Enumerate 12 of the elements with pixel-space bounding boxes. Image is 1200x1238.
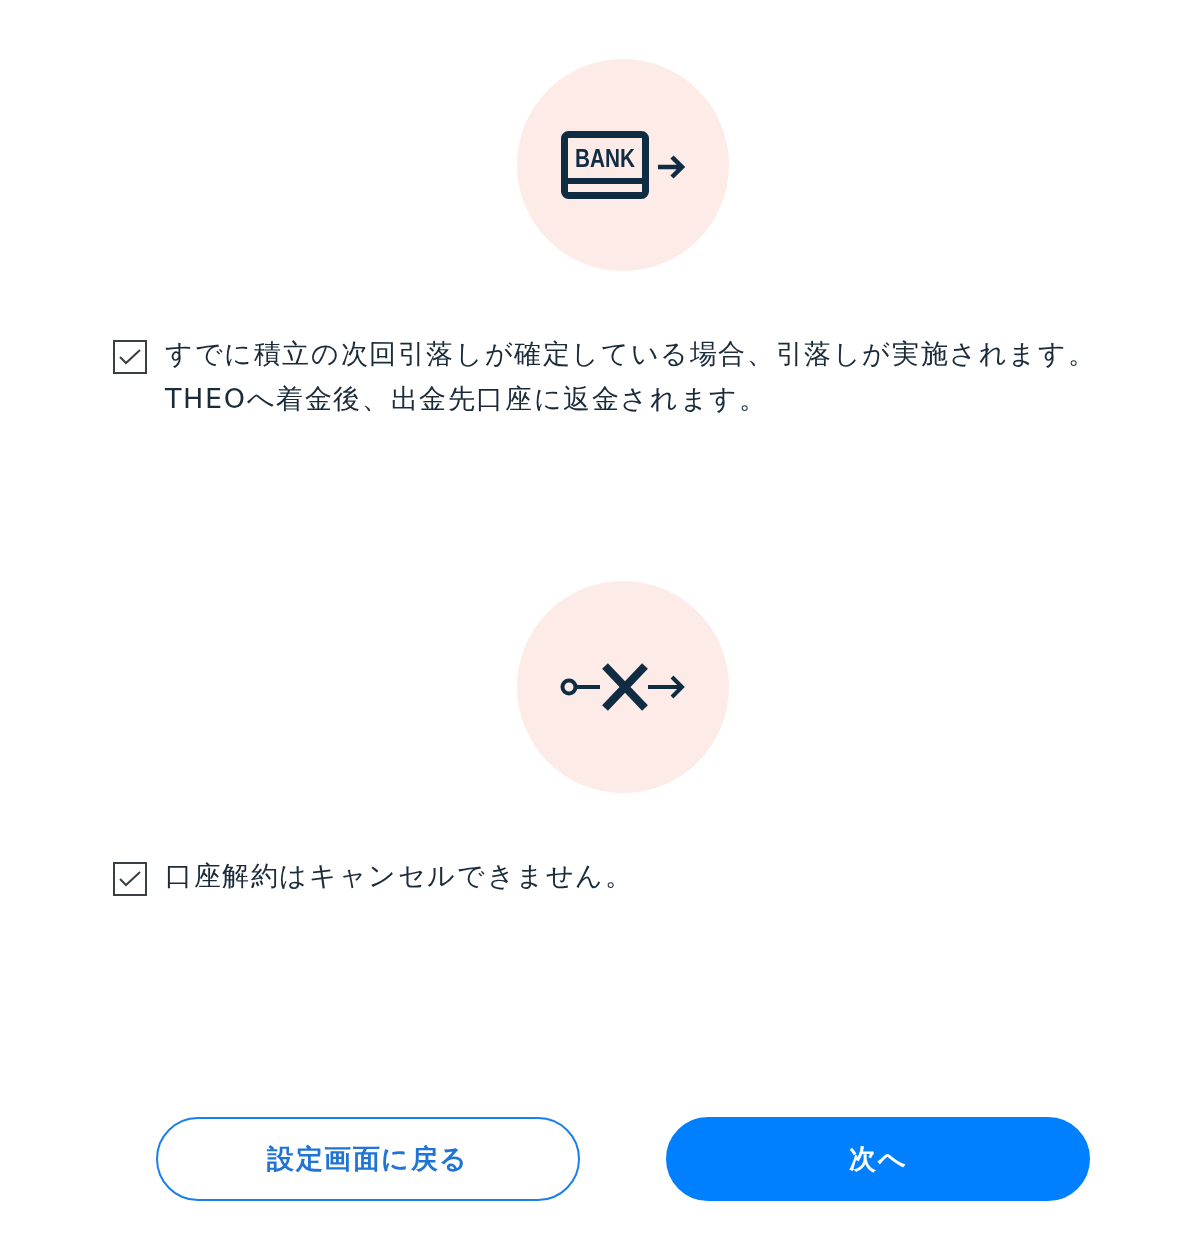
notice-text: すでに積立の次回引落しが確定している場合、引落しが実施されます。 THEOへ着金後、出金先口座に返金されます。 [165, 337, 1097, 416]
checkbox[interactable] [113, 340, 147, 374]
next-button[interactable]: 次へ [666, 1117, 1090, 1201]
checkbox[interactable] [113, 862, 147, 896]
back-button[interactable]: 設定画面に戻る [156, 1117, 580, 1201]
checkmark-icon [119, 871, 141, 887]
bank-label: BANK [575, 144, 648, 172]
bank-card-icon [561, 131, 649, 199]
notice-text: 口座解約はキャンセルできません。 [165, 859, 634, 893]
arrow-icon [657, 154, 685, 180]
checkmark-icon [119, 349, 141, 365]
crossed-path-icon [560, 663, 686, 711]
